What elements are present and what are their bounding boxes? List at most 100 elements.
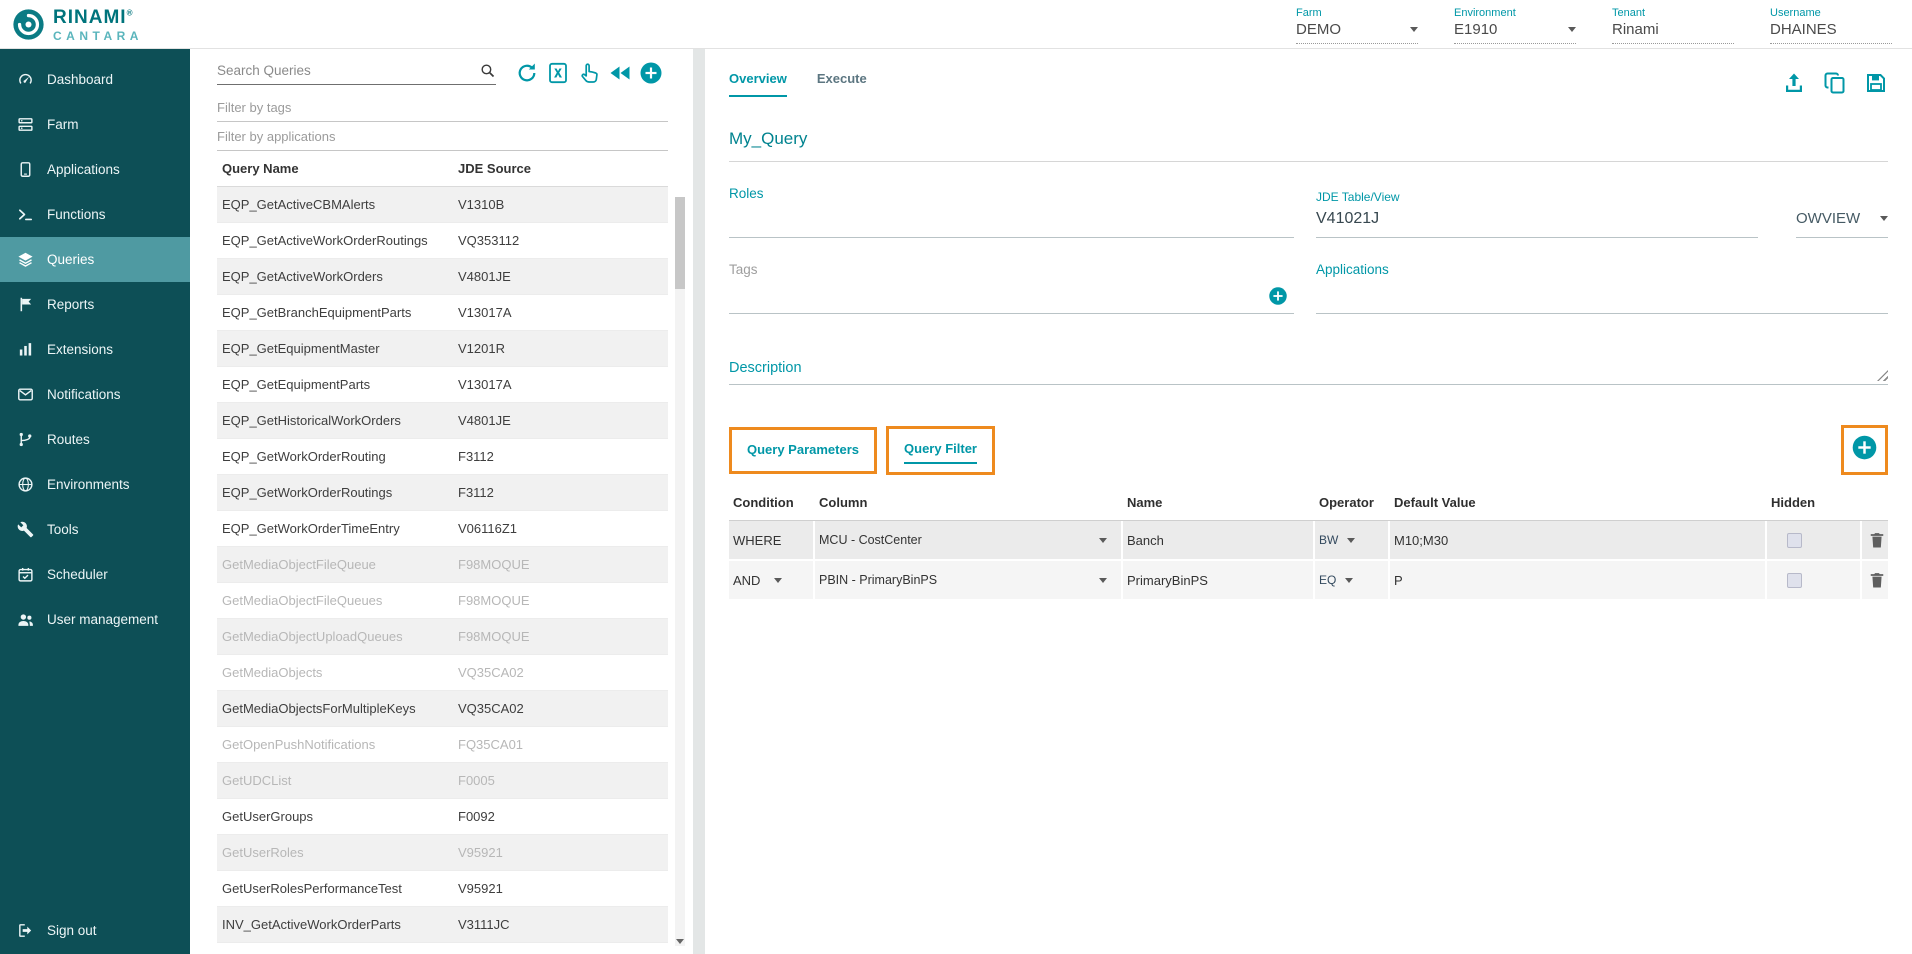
- header-field-farm[interactable]: FarmDEMO: [1296, 7, 1418, 44]
- query-row[interactable]: GetMediaObjectUploadQueuesF98MOQUE: [217, 619, 668, 655]
- sidebar-item-routes[interactable]: Routes: [0, 417, 190, 462]
- query-jde-source: F3112: [458, 485, 668, 500]
- roles-input[interactable]: [729, 201, 1294, 238]
- query-row[interactable]: GetUDCListF0005: [217, 763, 668, 799]
- description-field[interactable]: Description: [729, 360, 1888, 385]
- query-jde-source: V4801JE: [458, 413, 668, 428]
- copy-icon: [1823, 71, 1847, 95]
- filter-row: WHEREMCU - CostCenterBanchBWM10;M30: [729, 521, 1888, 559]
- sidebar-item-extensions[interactable]: Extensions: [0, 327, 190, 372]
- hidden-checkbox[interactable]: [1787, 533, 1802, 548]
- plus-circle-icon: [1268, 286, 1288, 306]
- tab-execute[interactable]: Execute: [817, 71, 867, 97]
- chevron-down-icon[interactable]: [1568, 27, 1576, 32]
- export-excel-button[interactable]: [546, 61, 570, 85]
- filter-name-input[interactable]: PrimaryBinPS: [1123, 561, 1315, 599]
- jde-table-value[interactable]: V41021J: [1316, 210, 1758, 238]
- delete-row-icon[interactable]: [1867, 530, 1887, 550]
- chevron-down-icon[interactable]: [1410, 27, 1418, 32]
- condition-select[interactable]: WHERE: [729, 521, 815, 559]
- query-row[interactable]: GetMediaObjectFileQueueF98MOQUE: [217, 547, 668, 583]
- new-query-button[interactable]: [639, 61, 663, 85]
- query-row[interactable]: EQP_GetWorkOrderRoutingF3112: [217, 439, 668, 475]
- column-select[interactable]: PBIN - PrimaryBinPS: [815, 561, 1123, 599]
- add-filter-button[interactable]: [1851, 434, 1878, 461]
- column-header-name: Name: [1123, 495, 1315, 510]
- sign-out-icon: [17, 922, 34, 939]
- query-row[interactable]: GetUserRolesV95921: [217, 835, 668, 871]
- tags-input[interactable]: [729, 277, 1294, 314]
- upload-button[interactable]: [1782, 71, 1806, 95]
- sidebar-item-dashboard[interactable]: Dashboard: [0, 57, 190, 102]
- default-value-input[interactable]: P: [1390, 561, 1767, 599]
- sidebar-item-reports[interactable]: Reports: [0, 282, 190, 327]
- column-select[interactable]: MCU - CostCenter: [815, 521, 1123, 559]
- query-jde-source: V4801JE: [458, 269, 668, 284]
- sidebar-item-environments[interactable]: Environments: [0, 462, 190, 507]
- sidebar-item-functions[interactable]: Functions: [0, 192, 190, 237]
- hidden-checkbox[interactable]: [1787, 573, 1802, 588]
- collapse-list-button[interactable]: [608, 61, 632, 85]
- refresh-button[interactable]: [515, 61, 539, 85]
- query-row[interactable]: EQP_GetEquipmentMasterV1201R: [217, 331, 668, 367]
- query-row[interactable]: EQP_GetWorkOrderTimeEntryV06116Z1: [217, 511, 668, 547]
- add-tag-button[interactable]: [1268, 286, 1288, 306]
- query-name: INV_GetActiveWorkOrderParts: [222, 917, 458, 932]
- scrollbar[interactable]: [675, 197, 685, 946]
- query-row[interactable]: EQP_GetHistoricalWorkOrdersV4801JE: [217, 403, 668, 439]
- operator-select[interactable]: EQ: [1315, 561, 1390, 599]
- query-row[interactable]: GetUserGroupsF0092: [217, 799, 668, 835]
- sidebar-item-applications[interactable]: Applications: [0, 147, 190, 192]
- query-row[interactable]: GetOpenPushNotificationsFQ35CA01: [217, 727, 668, 763]
- search-field[interactable]: [217, 62, 496, 85]
- query-row[interactable]: INV_GetActiveWorkOrderPartsV3111JC: [217, 907, 668, 943]
- query-name: GetUDCList: [222, 773, 458, 788]
- sidebar-item-tools[interactable]: Tools: [0, 507, 190, 552]
- query-row[interactable]: EQP_GetBranchEquipmentPartsV13017A: [217, 295, 668, 331]
- main-tabs: Overview Execute: [729, 71, 867, 97]
- tab-query-parameters[interactable]: Query Parameters: [747, 442, 859, 463]
- query-row[interactable]: EQP_GetActiveWorkOrdersV4801JE: [217, 259, 668, 295]
- scrollbar-thumb[interactable]: [675, 197, 685, 289]
- filter-applications-input[interactable]: [217, 122, 668, 151]
- query-row[interactable]: GetUserRolesPerformanceTestV95921: [217, 871, 668, 907]
- query-row[interactable]: EQP_GetActiveWorkOrderRoutingsVQ353112: [217, 223, 668, 259]
- query-jde-source: V13017A: [458, 377, 668, 392]
- plus-circle-icon: [639, 61, 663, 85]
- query-row[interactable]: EQP_GetWorkOrderRoutingsF3112: [217, 475, 668, 511]
- query-row[interactable]: EQP_GetActiveCBMAlertsV1310B: [217, 187, 668, 223]
- sidebar-item-user-management[interactable]: User management: [0, 597, 190, 642]
- query-toolbar: [217, 61, 668, 85]
- tab-query-filter[interactable]: Query Filter: [904, 441, 977, 464]
- sidebar-item-farm[interactable]: Farm: [0, 102, 190, 147]
- copy-button[interactable]: [1823, 71, 1847, 95]
- sidebar-item-label: User management: [47, 612, 158, 627]
- query-title-input[interactable]: [729, 129, 1888, 149]
- save-button[interactable]: [1864, 71, 1888, 95]
- dashboard-icon: [17, 71, 34, 88]
- default-value-input[interactable]: M10;M30: [1390, 521, 1767, 559]
- search-input[interactable]: [217, 63, 479, 78]
- query-row[interactable]: GetMediaObjectFileQueuesF98MOQUE: [217, 583, 668, 619]
- sidebar-item-scheduler[interactable]: Scheduler: [0, 552, 190, 597]
- sign-out-button[interactable]: Sign out: [0, 906, 190, 954]
- delete-row-icon[interactable]: [1867, 570, 1887, 590]
- header-field-environment[interactable]: EnvironmentE1910: [1454, 7, 1576, 44]
- query-row[interactable]: EQP_GetEquipmentPartsV13017A: [217, 367, 668, 403]
- scroll-down-icon[interactable]: [676, 939, 684, 944]
- operator-select[interactable]: BW: [1315, 521, 1390, 559]
- sidebar-item-notifications[interactable]: Notifications: [0, 372, 190, 417]
- query-row[interactable]: GetMediaObjectsForMultipleKeysVQ35CA02: [217, 691, 668, 727]
- view-type-select[interactable]: OWVIEW: [1796, 210, 1888, 238]
- sidebar-item-queries[interactable]: Queries: [0, 237, 190, 282]
- hidden-cell: [1767, 561, 1862, 599]
- applications-input[interactable]: [1316, 277, 1888, 314]
- query-name: GetMediaObjectFileQueues: [222, 593, 458, 608]
- tab-overview[interactable]: Overview: [729, 71, 787, 97]
- query-jde-source: VQ353112: [458, 233, 668, 248]
- query-row[interactable]: GetMediaObjectsVQ35CA02: [217, 655, 668, 691]
- pointer-mode-button[interactable]: [577, 61, 601, 85]
- filter-tags-input[interactable]: [217, 93, 668, 122]
- condition-select[interactable]: AND: [729, 561, 815, 599]
- filter-name-input[interactable]: Banch: [1123, 521, 1315, 559]
